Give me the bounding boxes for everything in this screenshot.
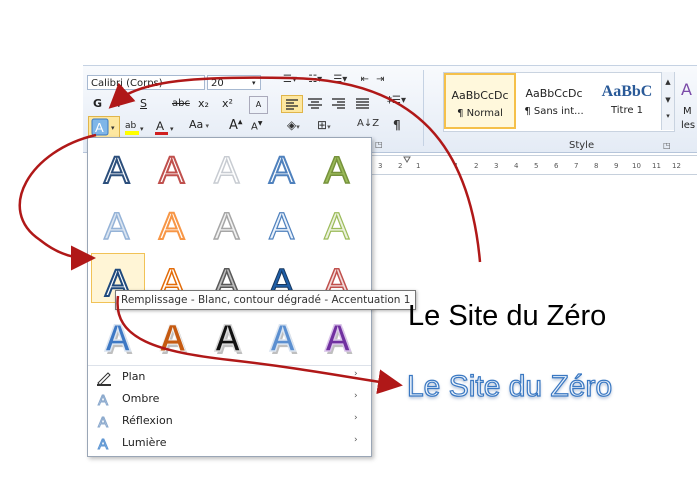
arrow-to-gallery-icon bbox=[18, 133, 97, 271]
arrow-to-text-effects-icon bbox=[108, 76, 482, 263]
arrow-to-styled-text-icon bbox=[116, 295, 403, 395]
annotation-arrows bbox=[18, 76, 482, 395]
